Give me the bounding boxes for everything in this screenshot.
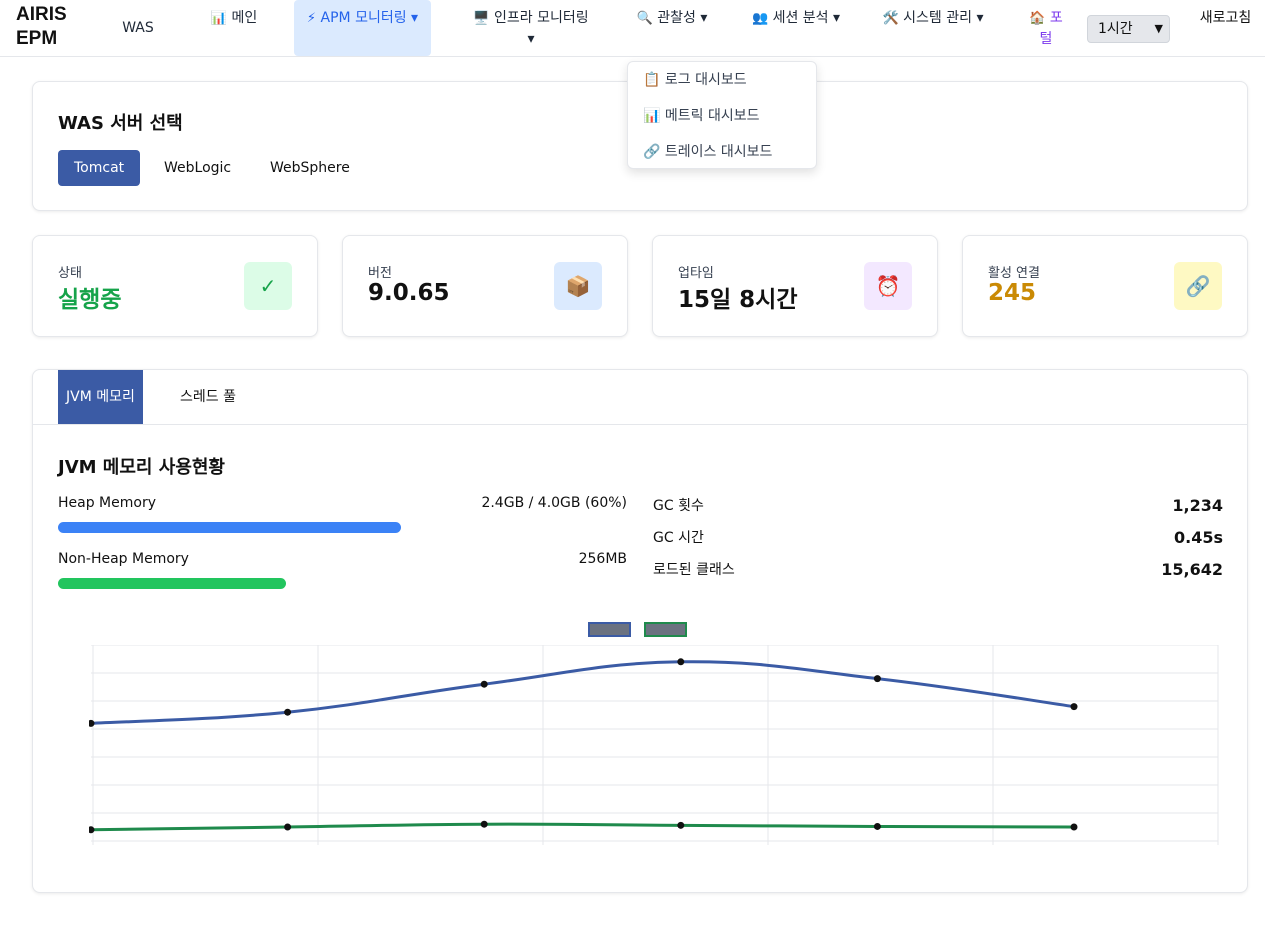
data-point-series-1-1[interactable]	[89, 719, 95, 727]
stat-label: 업타임	[678, 266, 714, 281]
tools-icon: 🛠️	[882, 11, 899, 26]
dropdown-item-label: 메트릭 대시보드	[664, 108, 760, 124]
nav-item-system-admin[interactable]: 🛠️ 시스템 관리 ▾	[880, 0, 986, 56]
data-point-series-1-6[interactable]	[1070, 703, 1078, 711]
stat-card-version: 버전 9.0.65 📦	[342, 235, 628, 337]
time-range-value: 1시간	[1098, 21, 1133, 37]
top-navigation-bar: AIRIS EPM WAS 📊 메인 ⚡ APM 모니터링 ▾ 🖥️ 인프라 모…	[0, 0, 1265, 57]
gc-count-value: 1,234	[1172, 496, 1223, 515]
gc-time-label: GC 시간	[653, 530, 704, 546]
heap-memory-bar	[58, 522, 401, 533]
dropdown-item-log-dashboard[interactable]: 📋 로그 대시보드	[643, 70, 747, 90]
tab-bar: JVM 메모리 스레드 풀	[33, 370, 1247, 425]
check-icon: ✓	[244, 262, 292, 310]
loaded-classes-value: 15,642	[1161, 560, 1223, 579]
chart-icon: 📊	[210, 11, 227, 26]
data-point-series-2-5[interactable]	[873, 822, 881, 830]
observability-dropdown-menu: 📋 로그 대시보드 📊 메트릭 대시보드 🔗 트레이스 대시보드	[627, 61, 817, 169]
data-point-series-2-6[interactable]	[1070, 823, 1078, 831]
nonheap-memory-bar	[58, 578, 287, 589]
alarm-clock-icon: ⏰	[864, 262, 912, 310]
nav-label-observability: 관찰성 ▾	[657, 10, 708, 26]
data-point-series-1-5[interactable]	[873, 675, 881, 683]
data-point-series-2-4[interactable]	[677, 821, 685, 829]
stat-label: 활성 연결	[988, 266, 1040, 281]
tab-jvm-memory[interactable]: JVM 메모리	[58, 370, 143, 424]
nav-label-apm: APM 모니터링 ▾	[320, 10, 419, 26]
heap-memory-label: Heap Memory	[58, 495, 156, 511]
legend-series-2[interactable]	[644, 622, 687, 637]
nav-label-session: 세션 분석 ▾	[772, 10, 841, 26]
nav-item-apm-monitoring[interactable]: ⚡ APM 모니터링 ▾	[294, 0, 431, 56]
nav-item-portal[interactable]: 🏠 포털	[1024, 0, 1068, 56]
stat-value: 9.0.65	[368, 280, 450, 306]
server-button-weblogic[interactable]: WebLogic	[148, 150, 247, 186]
data-point-series-2-1[interactable]	[89, 826, 95, 834]
time-range-select[interactable]: 1시간 ▼	[1087, 15, 1170, 43]
stat-card-status: 상태 실행중 ✓	[32, 235, 318, 337]
nonheap-memory-value: 256MB	[578, 551, 627, 567]
jvm-memory-line-chart	[89, 645, 1219, 845]
dropdown-item-label: 로그 대시보드	[664, 72, 747, 88]
dropdown-item-trace-dashboard[interactable]: 🔗 트레이스 대시보드	[643, 142, 772, 162]
server-button-websphere[interactable]: WebSphere	[254, 150, 366, 186]
refresh-button[interactable]: 새로고침	[1198, 8, 1253, 28]
server-button-tomcat[interactable]: Tomcat	[58, 150, 141, 186]
stat-card-active-connections: 활성 연결 245 🔗	[962, 235, 1248, 337]
data-point-series-1-2[interactable]	[284, 708, 292, 716]
nav-item-main[interactable]: 📊 메인	[206, 0, 262, 56]
clipboard-icon: 📋	[643, 72, 661, 88]
data-point-series-1-3[interactable]	[480, 680, 488, 688]
nav-label-system: 시스템 관리 ▾	[903, 10, 984, 26]
section-title: WAS 서버 선택	[58, 113, 183, 134]
stat-value: 실행중	[58, 287, 122, 313]
chevron-down-icon: ▼	[1154, 22, 1163, 35]
link-icon: 🔗	[643, 144, 661, 160]
stat-value: 245	[988, 280, 1037, 306]
tab-thread-pool[interactable]: 스레드 풀	[168, 370, 248, 424]
nonheap-memory-label: Non-Heap Memory	[58, 551, 189, 567]
dropdown-item-metric-dashboard[interactable]: 📊 메트릭 대시보드	[643, 106, 760, 126]
nav-label-was: WAS	[122, 20, 154, 36]
nav-label-main: 메인	[231, 10, 258, 26]
jvm-panel: JVM 메모리 스레드 풀 JVM 메모리 사용현황 Heap Memory 2…	[32, 369, 1248, 893]
nav-item-infra-monitoring[interactable]: 🖥️ 인프라 모니터링 ▾	[470, 0, 592, 56]
stat-label: 상태	[58, 266, 82, 281]
home-icon: 🏠	[1029, 11, 1046, 26]
nav-item-was[interactable]: WAS	[118, 0, 158, 56]
data-point-series-1-4[interactable]	[677, 658, 685, 666]
package-icon: 📦	[554, 262, 602, 310]
chart-icon: 📊	[643, 108, 661, 124]
legend-series-1[interactable]	[588, 622, 631, 637]
heap-memory-value: 2.4GB / 4.0GB (60%)	[481, 495, 627, 511]
data-point-series-2-3[interactable]	[480, 820, 488, 828]
users-icon: 👥	[751, 11, 769, 26]
brand-logo[interactable]: AIRIS EPM	[16, 3, 86, 51]
nav-label-infra: 인프라 모니터링 ▾	[494, 10, 589, 47]
monitor-icon: 🖥️	[473, 11, 490, 26]
jvm-memory-title: JVM 메모리 사용현황	[58, 457, 225, 478]
nav-item-session-analysis[interactable]: 👥 세션 분석 ▾	[748, 0, 844, 56]
dropdown-item-label: 트레이스 대시보드	[664, 144, 773, 160]
magnifier-icon: 🔍	[636, 11, 653, 26]
gc-count-label: GC 횟수	[653, 498, 704, 514]
stat-value: 15일 8시간	[678, 287, 798, 313]
stat-card-uptime: 업타임 15일 8시간 ⏰	[652, 235, 938, 337]
series-line-1	[90, 660, 1075, 725]
data-point-series-2-2[interactable]	[284, 823, 292, 831]
loaded-classes-label: 로드된 클래스	[653, 562, 735, 578]
stat-label: 버전	[368, 266, 392, 281]
lightning-icon: ⚡	[306, 11, 317, 26]
gc-time-value: 0.45s	[1174, 528, 1223, 547]
nav-item-observability[interactable]: 🔍 관찰성 ▾	[634, 0, 710, 56]
series-line-2	[90, 822, 1075, 832]
link-icon: 🔗	[1174, 262, 1222, 310]
